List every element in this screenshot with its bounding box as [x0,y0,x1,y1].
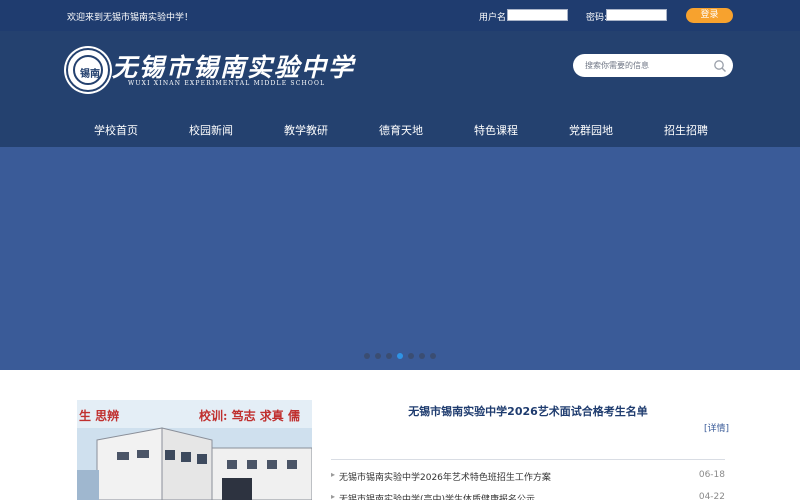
school-logo[interactable]: 锡南 [66,48,110,92]
campus-photo[interactable]: 生 思辨 校训: 笃志 求真 儒 [77,400,312,500]
school-name-en: WUXI XINAN EXPERIMENTAL MIDDLE SCHOOL [128,80,326,87]
slider-dot[interactable] [364,353,370,359]
news-date: 06-18 [698,470,725,480]
banner-slider[interactable] [0,147,800,370]
detail-link[interactable]: [详情] [704,421,729,434]
photo-slogan-right: 校训: 笃志 求真 儒 [199,409,300,423]
top-bar: 欢迎来到无锡市锡南实验中学！ 用户名: 密码: 登录 [0,0,800,31]
news-item[interactable]: ▸ 无锡市锡南实验中学2026年艺术特色班招生工作方案 06-18 [331,470,725,484]
slider-dot[interactable] [419,353,425,359]
school-name: 无锡市锡南实验中学 [112,53,356,82]
main-nav: 学校首页 校园新闻 教学教研 德育天地 特色课程 党群园地 招生招聘 [0,119,800,143]
login-button[interactable]: 登录 [686,8,733,23]
news-date: 04-22 [698,492,725,500]
password-label: 密码: [586,13,608,23]
slider-dot[interactable] [430,353,436,359]
logo-ring: 锡南 [73,55,103,85]
slider-dot-active[interactable] [397,353,403,359]
slider-dot[interactable] [375,353,381,359]
nav-item-party[interactable]: 党群园地 [569,119,613,143]
nav-item-news[interactable]: 校园新闻 [189,119,233,143]
logo-mark: 锡南 [80,69,100,80]
news-section: 生 思辨 校训: 笃志 求真 儒 无锡市锡南实验中学2026艺术面试合格考生名单… [67,390,733,500]
username-input[interactable] [507,9,568,21]
search-placeholder: 搜索你需要的信息 [585,61,649,70]
news-title[interactable]: 无锡市锡南实验中学2026年艺术特色班招生工作方案 [339,470,551,483]
featured-headline[interactable]: 无锡市锡南实验中学2026艺术面试合格考生名单 [331,403,725,419]
nav-item-moral-education[interactable]: 德育天地 [379,119,423,143]
news-item[interactable]: ▸ 无锡市锡南实验中学(高中)学生体质健康报名公示 04-22 [331,492,725,500]
slider-dot[interactable] [408,353,414,359]
bullet-icon: ▸ [331,470,336,479]
welcome-text: 欢迎来到无锡市锡南实验中学！ [67,13,194,23]
news-title[interactable]: 无锡市锡南实验中学(高中)学生体质健康报名公示 [339,492,535,500]
divider [331,459,725,460]
search-box[interactable]: 搜索你需要的信息 [573,54,733,77]
password-input[interactable] [606,9,667,21]
username-label: 用户名: [479,13,510,23]
bullet-icon: ▸ [331,492,336,500]
search-icon[interactable] [713,59,727,73]
photo-slogan-left: 生 思辨 [79,409,120,423]
nav-item-home[interactable]: 学校首页 [94,119,138,143]
nav-item-recruitment[interactable]: 招生招聘 [664,119,708,143]
nav-item-courses[interactable]: 特色课程 [474,119,518,143]
nav-item-teaching[interactable]: 教学教研 [284,119,328,143]
slider-dot[interactable] [386,353,392,359]
